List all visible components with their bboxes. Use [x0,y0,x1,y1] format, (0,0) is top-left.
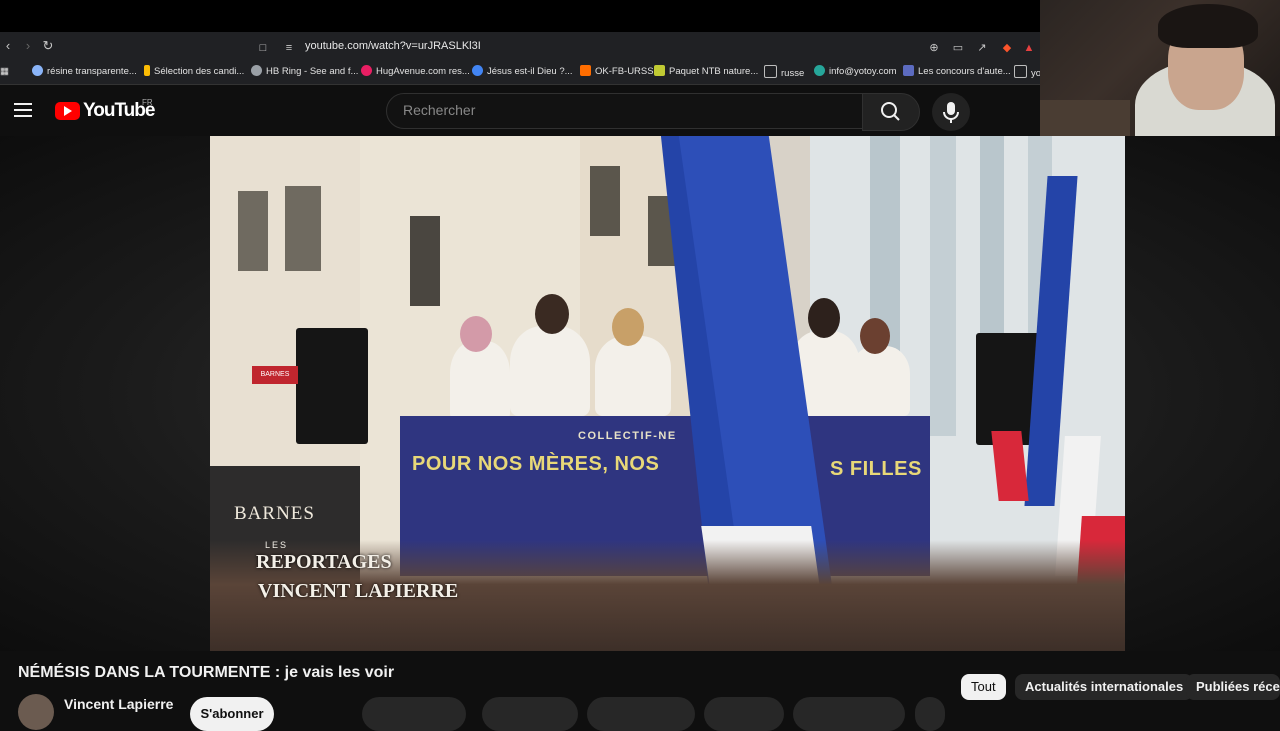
wordpress-icon [472,65,483,76]
person [450,341,510,421]
more-actions-button[interactable] [915,697,945,731]
search-icon [881,102,900,121]
save-button[interactable] [587,697,695,731]
share-icon[interactable]: ↗ [975,41,989,55]
banner-main-text: POUR NOS MÈRES, NOS [412,453,660,475]
channel-name[interactable]: Vincent Lapierre [64,696,173,712]
head [860,318,890,354]
window [590,166,620,236]
subscribe-button[interactable]: S'abonner [190,697,274,731]
youtube-logo-icon[interactable] [55,102,80,120]
like-dislike-button[interactable] [362,697,466,731]
window [410,216,440,306]
webcam-background-shelf [1040,100,1130,136]
apps-icon[interactable]: ▦ [0,65,9,79]
globe-icon [32,65,43,76]
voice-search-button[interactable] [932,93,970,131]
window [238,191,268,271]
search-button[interactable] [862,93,920,131]
bookmark-item[interactable]: HugAvenue.com res... [361,65,470,79]
watermark-les: LES [265,540,289,550]
facebook-icon [580,65,591,76]
reload-icon[interactable]: ↻ [40,38,56,54]
menu-icon[interactable] [14,103,32,121]
person [595,336,671,416]
watermark-reportages: REPORTAGES [256,551,392,573]
image-icon [903,65,914,76]
bookmark-item[interactable]: HB Ring - See and f... [251,65,358,79]
site-info-icon[interactable]: ≡ [282,41,296,55]
bookmark-item[interactable]: Les concours d'aute... [903,65,1011,79]
thanks-button[interactable] [704,697,784,731]
browser-toolbar: ‹ › ↻ □ ≡ youtube.com/watch?v=urJRASLKl3… [0,32,1040,60]
window [285,186,321,271]
chip-actualites-internationales[interactable]: Actualités internationales [1015,674,1194,700]
globe-icon [251,65,262,76]
person [850,346,910,416]
speaker [296,328,368,444]
microphone-icon [943,102,959,123]
leaf-icon [654,65,665,76]
video-title: NÉMÉSIS DANS LA TOURMENTE : je vais les … [18,664,395,681]
bookmark-folder[interactable]: yo [1014,65,1040,79]
url-text[interactable]: youtube.com/watch?v=urJRASLKl3I [305,40,481,52]
window-top-strip [0,0,1040,32]
folder-icon [764,65,777,78]
address-bar[interactable]: □ ≡ youtube.com/watch?v=urJRASLKl3I ⊕ ▭ … [250,35,1040,57]
person [510,326,590,416]
window-column [930,136,956,436]
chip-publiees-recemment[interactable]: Publiées réce [1186,674,1280,700]
head [460,316,492,352]
share-button[interactable] [482,697,578,731]
shop-sign: BARNES [234,503,315,524]
mail-icon [814,65,825,76]
brave-shield-icon[interactable]: ◆ [1000,41,1014,55]
bookmark-item[interactable]: Jésus est-il Dieu ?... [472,65,573,79]
download-button[interactable] [793,697,905,731]
bookmark-item[interactable]: Paquet NTB nature... [654,65,758,79]
chip-tout[interactable]: Tout [961,674,1006,700]
webcam-overlay [1040,0,1280,136]
back-icon[interactable]: ‹ [0,38,16,54]
head [535,294,569,334]
document-icon [144,65,150,76]
banner-right-text: S FILLES [830,458,922,480]
webcam-person-hair [1158,4,1258,48]
folder-icon [1014,65,1027,78]
zoom-icon[interactable]: ⊕ [927,41,941,55]
bookmark-item[interactable]: résine transparente... [32,65,137,79]
head [612,308,644,346]
head [808,298,840,338]
bookmark-item[interactable]: OK-FB-URSS [580,65,654,79]
avatar[interactable] [18,694,54,730]
forward-icon[interactable]: › [20,38,36,54]
bookmark-folder[interactable]: russe [764,65,804,79]
search-input[interactable] [401,101,845,119]
bookmark-item[interactable]: info@yotoy.com [814,65,897,79]
youtube-header: YouTube FR [0,85,1040,136]
banner-collectif-text: COLLECTIF-NE [578,430,677,442]
brave-rewards-icon[interactable]: ▲ [1022,41,1036,55]
search-box[interactable] [386,93,864,129]
bookmark-item[interactable]: Sélection des candi... [144,65,244,79]
watermark-vincent-lapierre: VINCENT LAPIERRE [258,580,459,602]
bookmark-star-icon[interactable]: □ [256,41,270,55]
heart-icon [361,65,372,76]
shop-sign-small: BARNES [252,366,298,384]
region-code: FR [142,98,153,107]
bookmarks-bar: ▦ résine transparente... Sélection des c… [0,60,1040,85]
cast-icon[interactable]: ▭ [951,41,965,55]
